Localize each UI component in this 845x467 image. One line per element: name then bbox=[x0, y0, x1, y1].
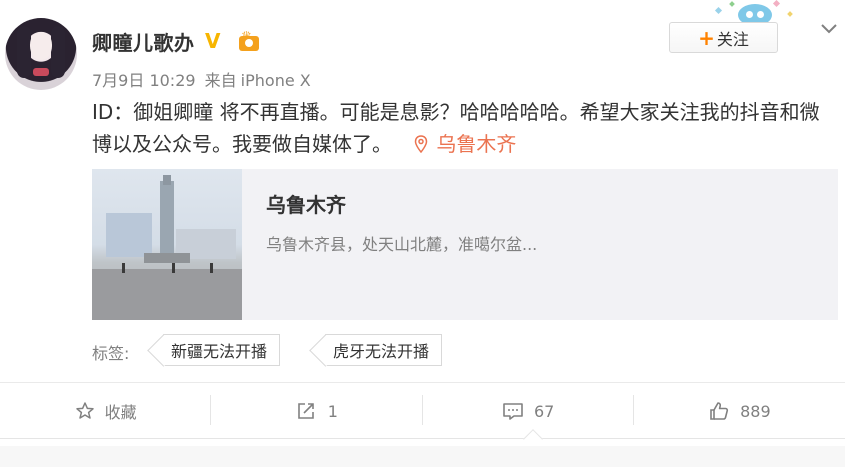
location-card-description: 乌鲁木齐县，处天山北麓，准噶尔盆... bbox=[266, 235, 538, 254]
location-photo bbox=[92, 169, 242, 320]
tag-label: 新疆无法开播 bbox=[171, 342, 268, 361]
repost-button[interactable]: 1 bbox=[211, 383, 423, 439]
vip-badge-icon[interactable]: ♛ bbox=[236, 28, 262, 52]
author-name[interactable]: 卿瞳儿歌办 bbox=[92, 27, 195, 56]
action-bar: 收藏 1 67 889 bbox=[0, 383, 845, 439]
location-card-title: 乌鲁木齐 bbox=[266, 193, 346, 217]
location-card[interactable]: 乌鲁木齐 乌鲁木齐县，处天山北麓，准噶尔盆... bbox=[92, 169, 838, 320]
tag-item[interactable]: 虎牙无法开播 bbox=[325, 334, 443, 366]
location-link-label: 乌鲁木齐 bbox=[436, 132, 517, 156]
footer-strip bbox=[0, 446, 845, 467]
thumbs-up-icon bbox=[710, 402, 729, 420]
repost-count: 1 bbox=[327, 401, 338, 421]
decoration-sticker bbox=[714, 0, 806, 26]
divider bbox=[0, 438, 845, 439]
tag-item[interactable]: 新疆无法开播 bbox=[163, 334, 281, 366]
source-prefix: 来自 bbox=[204, 71, 237, 90]
like-button[interactable]: 889 bbox=[634, 383, 845, 439]
weibo-post-card: 卿瞳儿歌办 V ♛ 7月9日 10:29 来自iPhone X + 关注 ID：… bbox=[0, 0, 845, 467]
like-count: 889 bbox=[740, 401, 771, 421]
location-link[interactable]: 乌鲁木齐 bbox=[414, 132, 516, 156]
verified-badge-icon: V bbox=[205, 29, 221, 53]
follow-label: 关注 bbox=[716, 29, 749, 49]
follow-button[interactable]: + 关注 bbox=[669, 22, 778, 53]
plus-icon: + bbox=[698, 25, 715, 50]
chevron-down-icon[interactable] bbox=[820, 23, 838, 35]
comment-count: 67 bbox=[533, 401, 555, 421]
post-meta: 7月9日 10:29 来自 iPhone X bbox=[92, 67, 315, 91]
repost-icon bbox=[297, 403, 314, 419]
favorite-button[interactable]: 收藏 bbox=[0, 383, 212, 439]
star-icon bbox=[75, 402, 94, 419]
post-time[interactable]: 7月9日 10:29 bbox=[92, 71, 196, 90]
source-device[interactable]: iPhone X bbox=[241, 71, 311, 90]
location-pin-icon bbox=[415, 135, 428, 153]
tag-label: 虎牙无法开播 bbox=[333, 342, 430, 361]
post-body: ID：御姐卿瞳 将不再直播。可能是息影？哈哈哈哈哈。希望大家关注我的抖音和微博以… bbox=[92, 96, 837, 160]
author-avatar[interactable] bbox=[5, 18, 77, 90]
tags-label: 标签: bbox=[92, 344, 130, 363]
favorite-label: 收藏 bbox=[104, 403, 137, 422]
comment-button[interactable]: 67 bbox=[423, 383, 634, 439]
comment-icon bbox=[503, 403, 523, 420]
